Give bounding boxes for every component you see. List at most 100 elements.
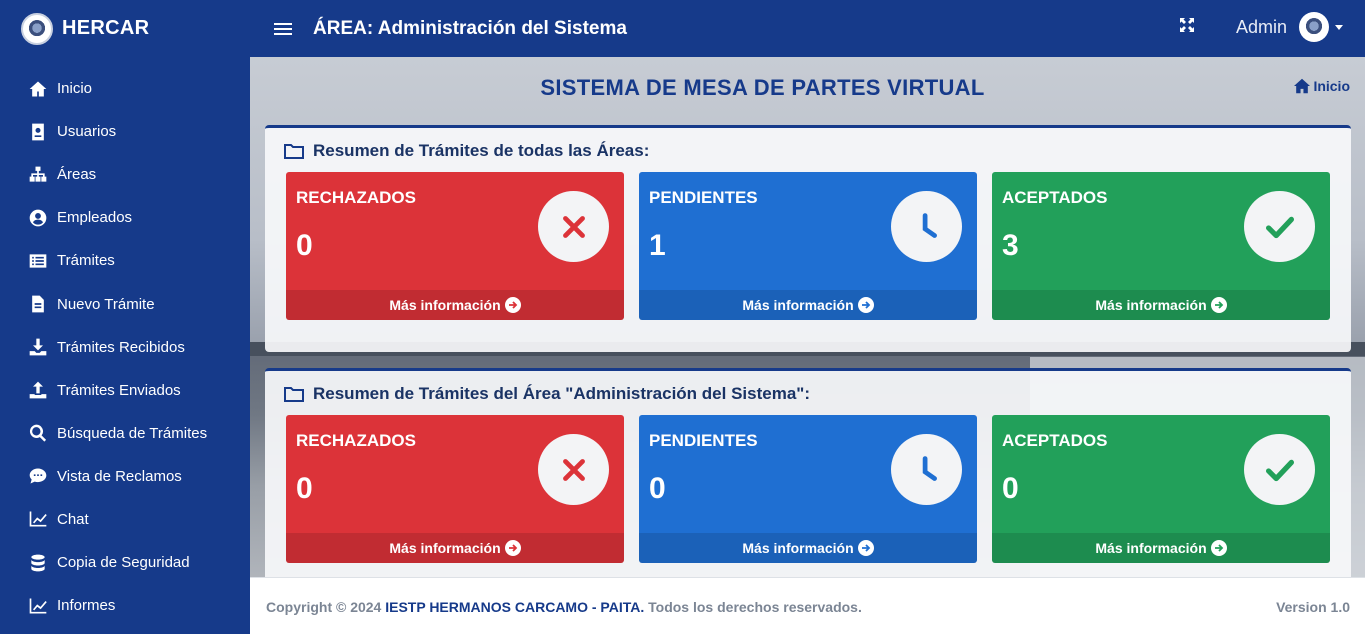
sidebar-item-label: Trámites	[57, 252, 115, 270]
user-name: Admin	[1235, 16, 1287, 37]
sidebar-item-label: Trámites Recibidos	[57, 338, 185, 356]
download-icon	[27, 336, 49, 358]
more-info-label: Más información	[389, 297, 501, 313]
sidebar-item-tramites-recibidos[interactable]: Trámites Recibidos	[0, 326, 250, 369]
card-title-text: Resumen de Trámites del Área "Administra…	[313, 384, 811, 403]
fullscreen-icon[interactable]	[1179, 17, 1195, 33]
check-icon	[1244, 434, 1315, 505]
sidebar-item-label: Áreas	[57, 166, 97, 184]
box-label: ACEPTADOS	[1002, 188, 1108, 207]
card-title: Resumen de Trámites del Área "Administra…	[284, 384, 810, 404]
arrow-circle-right-icon	[1210, 297, 1227, 313]
arrow-circle-right-icon	[857, 297, 874, 313]
sidebar-item-label: Vista de Reclamos	[57, 467, 182, 485]
more-info-link[interactable]: Más información	[639, 533, 977, 563]
box-value: 0	[1002, 472, 1019, 505]
sidebar-item-busqueda-tramites[interactable]: Búsqueda de Trámites	[0, 412, 250, 455]
clock-icon	[891, 191, 962, 262]
user-menu[interactable]: Admin	[1236, 12, 1343, 42]
arrow-circle-right-icon	[1210, 540, 1227, 556]
sidebar-item-tramites-enviados[interactable]: Trámites Enviados	[0, 369, 250, 412]
arrow-circle-right-icon	[504, 297, 521, 313]
comment-icon	[27, 465, 49, 487]
sidebar-item-tramites[interactable]: Trámites	[0, 239, 250, 282]
sidebar-item-copia-seguridad[interactable]: Copia de Seguridad	[0, 541, 250, 584]
summary-all-areas-card: Resumen de Trámites de todas las Áreas: …	[265, 125, 1351, 352]
more-info-link[interactable]: Más información	[992, 290, 1330, 320]
times-icon	[538, 191, 609, 262]
aceptados-box: ACEPTADOS 0 Más información	[992, 415, 1330, 563]
rights-text: Todos los derechos reservados.	[648, 599, 862, 615]
menu-toggle-icon[interactable]	[274, 20, 292, 38]
box-value: 0	[296, 472, 313, 505]
sidebar-item-areas[interactable]: Áreas	[0, 153, 250, 196]
aceptados-box: ACEPTADOS 3 Más información	[992, 172, 1330, 320]
folder-icon	[284, 387, 304, 402]
sidebar-item-informes[interactable]: Informes	[0, 584, 250, 627]
clock-icon	[891, 434, 962, 505]
id-badge-icon	[27, 121, 49, 143]
home-icon	[1294, 78, 1311, 94]
sitemap-icon	[27, 164, 49, 186]
arrow-circle-right-icon	[504, 540, 521, 556]
brand-link[interactable]: HERCAR	[0, 0, 250, 57]
box-label: PENDIENTES	[649, 431, 758, 450]
more-info-label: Más información	[389, 540, 501, 556]
box-value: 1	[649, 229, 666, 262]
breadcrumb[interactable]: Inicio	[1293, 78, 1350, 94]
times-icon	[538, 434, 609, 505]
check-icon	[1244, 191, 1315, 262]
box-label: ACEPTADOS	[1002, 431, 1108, 450]
list-icon	[27, 250, 49, 272]
breadcrumb-home: Inicio	[1313, 78, 1350, 94]
main-content: SISTEMA DE MESA DE PARTES VIRTUAL Inicio…	[250, 57, 1365, 577]
sidebar-item-label: Informes	[57, 597, 116, 615]
sidebar-item-label: Trámites Enviados	[57, 381, 181, 399]
more-info-label: Más información	[1095, 540, 1207, 556]
sidebar-item-label: Usuarios	[57, 123, 117, 141]
sidebar-item-usuarios[interactable]: Usuarios	[0, 110, 250, 153]
sidebar-item-empleados[interactable]: Empleados	[0, 196, 250, 239]
rechazados-box: RECHAZADOS 0 Más información	[286, 415, 624, 563]
box-value: 0	[296, 229, 313, 262]
user-circle-icon	[27, 207, 49, 229]
sidebar-item-vista-reclamos[interactable]: Vista de Reclamos	[0, 455, 250, 498]
sidebar-item-chat[interactable]: Chat	[0, 498, 250, 541]
sidebar-item-label: Inicio	[57, 80, 93, 98]
sidebar-item-label: Chat	[57, 510, 89, 528]
sidebar: HERCAR Inicio Usuarios Áreas Empleados T…	[0, 0, 250, 634]
brand-logo	[21, 12, 53, 45]
avatar	[1299, 12, 1329, 42]
arrow-circle-right-icon	[857, 540, 874, 556]
box-label: RECHAZADOS	[296, 188, 416, 207]
more-info-label: Más información	[742, 540, 854, 556]
area-title: ÁREA: Administración del Sistema	[313, 17, 627, 39]
rechazados-box: RECHAZADOS 0 Más información	[286, 172, 624, 320]
copyright: Copyright © 2024 IESTP HERMANOS CARCAMO …	[266, 599, 862, 615]
sidebar-item-inicio[interactable]: Inicio	[0, 67, 250, 110]
more-info-link[interactable]: Más información	[286, 290, 624, 320]
pendientes-box: PENDIENTES 1 Más información	[639, 172, 977, 320]
chart-line-icon	[27, 508, 49, 530]
top-navbar: ÁREA: Administración del Sistema Admin	[250, 0, 1365, 57]
summary-area-card: Resumen de Trámites del Área "Administra…	[265, 368, 1351, 577]
folder-icon	[284, 144, 304, 159]
copyright-prefix: Copyright © 2024	[266, 599, 382, 615]
home-icon	[27, 78, 49, 100]
more-info-label: Más información	[1095, 297, 1207, 313]
file-icon	[27, 293, 49, 315]
chart-line-icon	[27, 595, 49, 617]
search-icon	[27, 422, 49, 444]
more-info-link[interactable]: Más información	[639, 290, 977, 320]
card-title: Resumen de Trámites de todas las Áreas:	[284, 141, 649, 161]
more-info-link[interactable]: Más información	[286, 533, 624, 563]
box-value: 0	[649, 472, 666, 505]
sidebar-item-label: Búsqueda de Trámites	[57, 424, 208, 442]
box-label: RECHAZADOS	[296, 431, 416, 450]
more-info-link[interactable]: Más información	[992, 533, 1330, 563]
page-footer: Copyright © 2024 IESTP HERMANOS CARCAMO …	[250, 577, 1365, 634]
pendientes-box: PENDIENTES 0 Más información	[639, 415, 977, 563]
version-label: Version 1.0	[1276, 599, 1350, 615]
sidebar-item-nuevo-tramite[interactable]: Nuevo Trámite	[0, 282, 250, 325]
institution-link[interactable]: IESTP HERMANOS CARCAMO - PAITA.	[385, 599, 644, 615]
